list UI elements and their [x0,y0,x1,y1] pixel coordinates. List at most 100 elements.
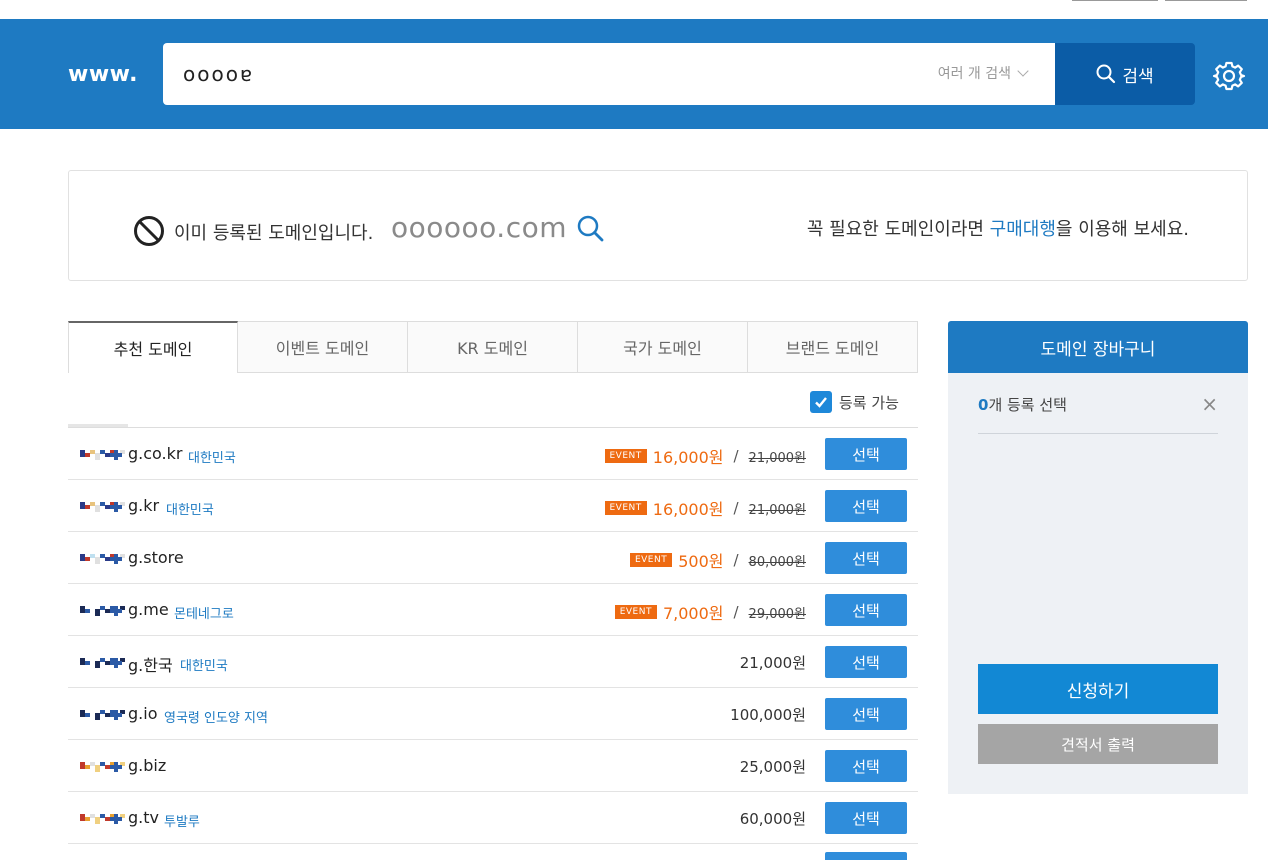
domain-name: g.io [128,704,158,723]
event-badge: EVENT [614,605,657,619]
hint-suffix: 을 이용해 보세요. [1055,219,1189,240]
domain-tabs: 추천 도메인 이벤트 도메인 KR 도메인 국가 도메인 브랜드 도메인 [68,321,918,373]
table-row: g.co.kr 대한민국 EVENT 16,000원 / 21,000원 선택 [68,428,918,480]
sale-price: 500원 [678,552,724,571]
tab-kr[interactable]: KR 도메인 [408,321,578,373]
select-button[interactable]: 선택 [825,802,907,834]
search-input[interactable] [181,55,905,93]
country-label: 대한민국 [188,451,236,466]
available-label: 등록 가능 [839,393,899,412]
domain-name: g.store [128,548,184,567]
chevron-down-icon [1017,65,1029,77]
price: EVENT 500원 / 80,000원 [629,548,806,572]
top-tab-line [1072,0,1158,1]
table-row: g.biz 25,000원 선택 [68,740,918,792]
purchase-agent-link[interactable]: 구매대행 [990,219,1056,240]
search-icon [1096,64,1116,84]
table-row: g.store EVENT 500원 / 80,000원 선택 [68,532,918,584]
top-strip [0,0,1268,19]
purchase-agent-hint: 꼭 필요한 도메인이라면 구매대행을 이용해 보세요. [807,215,1189,241]
registered-domain: oooooo.com [391,211,567,244]
select-button[interactable]: 선택 [825,438,907,470]
pixelated-name-image [80,710,125,720]
cart-count-label: 개 등록 선택 [988,396,1067,414]
cart-count: 0개 등록 선택 [978,394,1067,415]
notice-message: 이미 등록된 도메인입니다. [174,223,374,244]
regular-price: 100,000원 [730,706,806,724]
search-box: 여러 개 검색 [163,43,1055,105]
domain-name: g.co.kr [128,444,183,463]
cart-title: 도메인 장바구니 [948,321,1248,373]
sale-price: 16,000원 [652,500,724,519]
price: 100,000원 [730,704,806,725]
domain-cart: 도메인 장바구니 0개 등록 선택 × 신청하기 견적서 출력 [948,321,1248,794]
available-checkbox[interactable] [810,391,832,413]
original-price: 29,000원 [748,606,806,622]
country-label: 대한민국 [180,659,228,674]
table-row: g.me 몬테네그로 EVENT 7,000원 / 29,000원 선택 [68,584,918,636]
price: EVENT 16,000원 / 21,000원 [604,444,806,468]
tab-brand[interactable]: 브랜드 도메인 [748,321,918,373]
www-prefix: www. [68,62,138,87]
gear-icon[interactable] [1212,59,1246,93]
table-row: g.kr 대한민국 EVENT 16,000원 / 21,000원 선택 [68,480,918,532]
search-icon[interactable] [577,215,605,243]
event-badge: EVENT [604,501,647,515]
checkmark-icon [815,397,827,408]
hint-prefix: 꼭 필요한 도메인이라면 [806,219,990,240]
domain-name: g.kr [128,496,160,515]
top-tab-line [1165,0,1247,1]
original-price: 21,000원 [748,502,806,518]
domain-name: g.한국 [128,656,173,675]
select-button[interactable] [825,852,907,860]
price-separator: / [733,499,739,517]
tab-country[interactable]: 국가 도메인 [578,321,748,373]
domain-list: g.co.kr 대한민국 EVENT 16,000원/21,000원 선택 g.kr 대한민… [68,428,918,844]
print-quote-button[interactable]: 견적서 출력 [978,724,1218,764]
search-button[interactable]: 검색 [1055,43,1195,105]
select-button[interactable]: 선택 [825,646,907,678]
registered-notice: 이미 등록된 도메인입니다. oooooo.com 꼭 필요한 도메인이라면 구… [68,170,1248,281]
country-label: 대한민국 [166,503,214,518]
price: 21,000원 [740,652,806,673]
select-button[interactable]: 선택 [825,542,907,574]
price-separator: / [733,603,739,621]
table-row: g.한국 대한민국 21,000원 선택 [68,636,918,688]
price: 25,000원 [740,756,806,777]
sale-price: 7,000원 [662,604,724,623]
original-price: 21,000원 [748,450,806,466]
select-button[interactable]: 선택 [825,698,907,730]
price-separator: / [733,447,739,465]
search-header: www. 여러 개 검색 검색 [0,19,1268,129]
select-button[interactable]: 선택 [825,750,907,782]
tab-event[interactable]: 이벤트 도메인 [238,321,408,373]
price: EVENT 16,000원 / 21,000원 [604,496,806,520]
sale-price: 16,000원 [652,448,724,467]
cart-count-number: 0 [978,396,989,414]
original-price: 80,000원 [748,554,806,570]
pixelated-name-image [80,762,125,772]
pixelated-name-image [80,814,125,824]
domain-name: g.tv [128,808,159,827]
pixelated-name-image [80,554,125,564]
price: EVENT 7,000원 / 29,000원 [614,600,806,624]
event-badge: EVENT [629,553,673,567]
available-only-filter[interactable]: 등록 가능 [810,391,899,413]
pixelated-name-image [80,502,125,512]
search-button-label: 검색 [1122,66,1154,87]
close-icon[interactable]: × [1201,394,1218,414]
tab-recommended[interactable]: 추천 도메인 [68,321,238,373]
select-button[interactable]: 선택 [825,490,907,522]
table-row: g.io 영국령 인도양 지역 100,000원 선택 [68,688,918,740]
regular-price: 21,000원 [739,654,806,672]
ban-icon [134,216,164,246]
domain-name: g.me [128,600,169,619]
multi-search-label: 여러 개 검색 [937,66,1011,82]
pixelated-name-image [80,658,125,668]
pixelated-name-image [80,450,125,460]
table-row: g.tv 투발루 60,000원 선택 [68,792,918,844]
select-button[interactable]: 선택 [825,594,907,626]
country-label: 투발루 [164,815,200,830]
multi-search-dropdown[interactable]: 여러 개 검색 [937,63,1029,83]
apply-button[interactable]: 신청하기 [978,664,1218,714]
